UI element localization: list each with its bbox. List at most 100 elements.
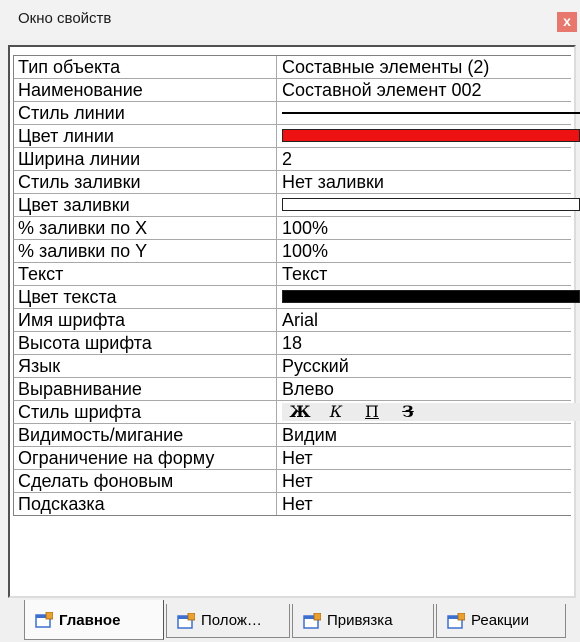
property-name: Наименование [18, 80, 143, 100]
property-value[interactable]: Влево [282, 378, 572, 400]
property-name: Язык [18, 356, 61, 376]
column-divider [276, 424, 277, 446]
color-swatch[interactable] [282, 290, 580, 303]
property-row[interactable]: Язык Русский [13, 355, 571, 378]
column-divider [276, 309, 277, 331]
property-value[interactable]: 18 [282, 332, 572, 354]
tab-strip: Главное Полож… Привязка Реакции [8, 600, 576, 642]
property-name: % заливки по X [18, 218, 148, 238]
property-grid: Тип объекта Составные элементы (2) Наимено… [8, 45, 580, 598]
column-divider [276, 447, 277, 469]
column-divider [276, 332, 277, 354]
property-name: Видимость/мигание [18, 425, 184, 445]
property-row[interactable]: Цвет текста [13, 286, 580, 309]
column-divider [276, 401, 277, 423]
column-divider [276, 79, 277, 101]
tab-label: Привязка [327, 612, 393, 629]
tab-4[interactable]: Реакции [436, 604, 566, 638]
property-value[interactable]: Нет [282, 493, 572, 515]
property-name: Цвет текста [18, 287, 117, 307]
tab-1[interactable]: Главное [24, 600, 164, 640]
column-divider [276, 171, 277, 193]
title-bar: Окно свойств x [0, 0, 580, 40]
property-name: Цвет заливки [18, 195, 130, 215]
property-row[interactable]: Цвет заливки [13, 194, 580, 217]
property-name: Текст [18, 264, 64, 284]
italic-button[interactable]: К [318, 403, 354, 421]
property-row[interactable]: Сделать фоновым Нет [13, 470, 571, 493]
tab-label: Реакции [471, 612, 529, 629]
property-row[interactable]: Тип объекта Составные элементы (2) [13, 56, 571, 79]
property-row[interactable]: % заливки по Y 100% [13, 240, 571, 263]
property-name: Стиль линии [18, 103, 125, 123]
property-value[interactable]: Составные элементы (2) [282, 56, 572, 78]
property-row[interactable]: Высота шрифта 18 [13, 332, 571, 355]
tab-window-icon [303, 612, 322, 629]
property-name: Сделать фоновым [18, 471, 174, 491]
property-value[interactable]: Составной элемент 002 [282, 79, 572, 101]
column-divider [276, 148, 277, 170]
column-divider [276, 125, 277, 147]
tab-2[interactable]: Полож… [166, 604, 290, 638]
window-title: Окно свойств [18, 10, 112, 27]
property-value[interactable]: Нет [282, 447, 572, 469]
property-row[interactable]: Ширина линии 2 [13, 148, 571, 171]
property-value[interactable]: Нет [282, 470, 572, 492]
property-row[interactable]: Стиль заливки Нет заливки [13, 171, 571, 194]
property-row[interactable]: Стиль линии [13, 102, 580, 125]
property-value[interactable]: 100% [282, 217, 572, 239]
column-divider [276, 102, 277, 124]
property-value[interactable]: Нет заливки [282, 171, 572, 193]
column-divider [276, 56, 277, 78]
property-name: Тип объекта [18, 57, 121, 77]
property-row[interactable]: Ограничение на форму Нет [13, 447, 571, 470]
column-divider [276, 493, 277, 515]
column-divider [276, 286, 277, 308]
property-value[interactable]: Текст [282, 263, 572, 285]
property-name: Стиль шрифта [18, 402, 142, 422]
property-row[interactable]: Цвет линии [13, 125, 580, 148]
column-divider [276, 470, 277, 492]
property-value[interactable]: 2 [282, 148, 572, 170]
bold-button[interactable]: Ж [282, 403, 318, 421]
property-value[interactable]: Arial [282, 309, 572, 331]
property-name: Имя шрифта [18, 310, 126, 330]
property-row[interactable]: Выравнивание Влево [13, 378, 571, 401]
property-row[interactable]: Текст Текст [13, 263, 571, 286]
property-name: Подсказка [18, 494, 105, 514]
line-style-sample[interactable] [282, 112, 580, 114]
property-value[interactable]: 100% [282, 240, 572, 262]
tab-3[interactable]: Привязка [292, 604, 434, 638]
property-row[interactable]: Стиль шрифта Ж К П З [13, 401, 580, 424]
property-row[interactable]: % заливки по X 100% [13, 217, 571, 240]
underline-button[interactable]: П [354, 403, 390, 421]
property-name: % заливки по Y [18, 241, 148, 261]
column-divider [276, 263, 277, 285]
property-name: Ширина линии [18, 149, 141, 169]
tab-window-icon [35, 611, 54, 628]
property-row[interactable]: Видимость/мигание Видим [13, 424, 571, 447]
property-value[interactable]: Видим [282, 424, 572, 446]
property-row[interactable]: Наименование Составной элемент 002 [13, 79, 571, 102]
property-rows: Тип объекта Составные элементы (2) Наимено… [13, 55, 580, 516]
color-swatch[interactable] [282, 198, 580, 211]
close-button[interactable]: x [557, 12, 577, 32]
column-divider [276, 194, 277, 216]
property-name: Цвет линии [18, 126, 114, 146]
column-divider [276, 378, 277, 400]
column-divider [276, 217, 277, 239]
column-divider [276, 240, 277, 262]
property-row[interactable]: Имя шрифта Arial [13, 309, 571, 332]
property-value[interactable]: Русский [282, 355, 572, 377]
tab-label: Полож… [201, 612, 262, 629]
font-style-toolbar: ЖКПЗ [282, 403, 580, 421]
property-name: Ограничение на форму [18, 448, 215, 468]
tab-window-icon [177, 612, 196, 629]
property-name: Стиль заливки [18, 172, 141, 192]
color-swatch[interactable] [282, 129, 580, 142]
property-row[interactable]: Подсказка Нет [13, 493, 571, 516]
strikethrough-button[interactable]: З [390, 403, 426, 421]
tab-label: Главное [59, 612, 121, 629]
property-name: Высота шрифта [18, 333, 152, 353]
property-name: Выравнивание [18, 379, 142, 399]
